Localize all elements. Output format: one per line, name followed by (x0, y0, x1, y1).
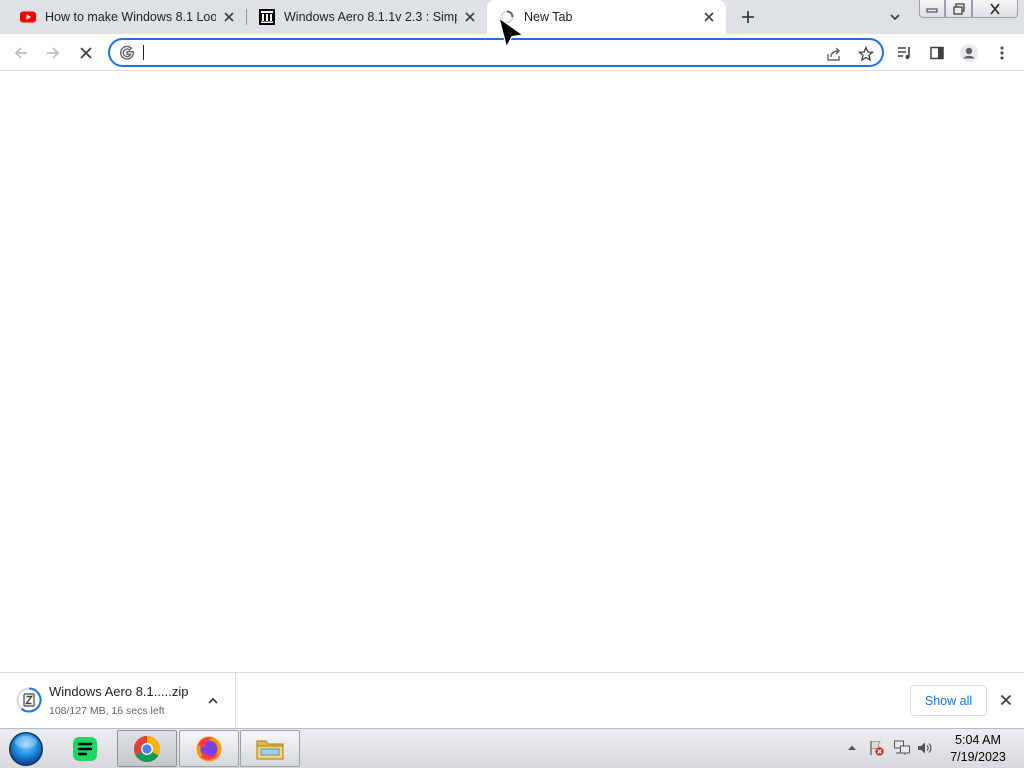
close-window-icon (990, 2, 1000, 15)
avatar-icon (960, 44, 978, 62)
close-tab-icon[interactable] (702, 10, 716, 24)
download-progress-icon (16, 687, 42, 713)
network-icon (894, 740, 910, 755)
side-panel-icon (930, 46, 944, 60)
queue-music-icon (898, 47, 910, 59)
new-tab-button[interactable] (734, 5, 762, 29)
tab-search-button[interactable] (884, 7, 906, 27)
arrow-right-icon (47, 47, 60, 59)
file-explorer-icon (256, 740, 284, 759)
restore-button[interactable] (945, 0, 972, 18)
tab-title: Windows Aero 8.1.1v 2.3 : Simple (284, 10, 457, 24)
taskbar: 5:04 AM 7/19/2023 (0, 728, 1024, 768)
tab-title: How to make Windows 8.1 Look (45, 10, 216, 24)
share-button[interactable] (824, 44, 844, 64)
flag-alert-icon (870, 741, 884, 756)
action-center-tray[interactable] (866, 737, 886, 759)
download-file-name: Windows Aero 8.1.....zip (49, 684, 189, 699)
speaker-icon (918, 742, 932, 754)
download-menu-button[interactable] (203, 691, 223, 711)
taskbar-firefox[interactable] (179, 730, 239, 767)
show-all-downloads-button[interactable]: Show all (910, 685, 987, 716)
chevron-down-icon (890, 14, 900, 21)
internet-archive-icon (259, 9, 275, 25)
tab-title: New Tab (524, 10, 573, 24)
restore-icon (952, 2, 965, 15)
stop-loading-button[interactable] (73, 40, 99, 66)
close-icon (80, 47, 92, 59)
start-button[interactable] (6, 730, 46, 768)
show-hidden-icons-button[interactable] (842, 737, 862, 759)
taskbar-file-explorer[interactable] (240, 730, 300, 767)
bookmark-button[interactable] (856, 44, 876, 64)
close-window-button[interactable] (972, 0, 1018, 18)
start-orb-icon (9, 732, 43, 766)
system-clock[interactable]: 5:04 AM 7/19/2023 (946, 732, 1010, 766)
clock-date: 7/19/2023 (950, 750, 1006, 764)
download-status: 108/127 MB, 16 secs left (49, 705, 165, 717)
taskbar-chrome[interactable] (117, 730, 177, 767)
minimize-icon (926, 8, 938, 12)
chevron-up-icon (208, 697, 218, 704)
triangle-up-icon (848, 745, 856, 750)
menu-button[interactable] (989, 40, 1015, 66)
more-vert-icon (1000, 46, 1004, 60)
star-icon (858, 46, 874, 62)
share-icon (827, 47, 840, 61)
minimize-button[interactable] (919, 0, 945, 18)
page-content (0, 71, 1024, 672)
screen: How to make Windows 8.1 Look Windows Aer… (0, 0, 1024, 768)
spotify-icon (73, 736, 97, 761)
address-bar[interactable] (108, 38, 884, 67)
media-controls-button[interactable] (892, 40, 918, 66)
chrome-icon (133, 735, 161, 762)
close-tab-icon[interactable] (463, 10, 477, 24)
close-icon (1000, 694, 1012, 706)
tab-internet-archive[interactable]: Windows Aero 8.1.1v 2.3 : Simple (247, 0, 487, 34)
plus-icon (742, 11, 754, 23)
arrow-left-icon (14, 47, 27, 59)
close-tab-icon[interactable] (222, 10, 236, 24)
download-item[interactable]: Windows Aero 8.1.....zip 108/127 MB, 16 … (0, 673, 236, 729)
profile-button[interactable] (956, 40, 982, 66)
google-icon (120, 45, 135, 60)
tab-youtube[interactable]: How to make Windows 8.1 Look (0, 0, 246, 34)
side-panel-button[interactable] (924, 40, 950, 66)
youtube-icon (20, 11, 36, 23)
download-bar: Windows Aero 8.1.....zip 108/127 MB, 16 … (0, 672, 1024, 729)
text-caret (143, 45, 144, 60)
back-button[interactable] (8, 40, 34, 66)
taskbar-spotify[interactable] (55, 730, 115, 767)
clock-time: 5:04 AM (955, 733, 1001, 747)
mouse-cursor-icon (498, 16, 525, 49)
forward-button[interactable] (40, 40, 66, 66)
firefox-icon (196, 736, 222, 761)
volume-tray[interactable] (915, 737, 935, 759)
network-tray[interactable] (892, 737, 912, 759)
address-input[interactable] (142, 43, 792, 62)
close-download-bar-button[interactable] (996, 690, 1016, 710)
